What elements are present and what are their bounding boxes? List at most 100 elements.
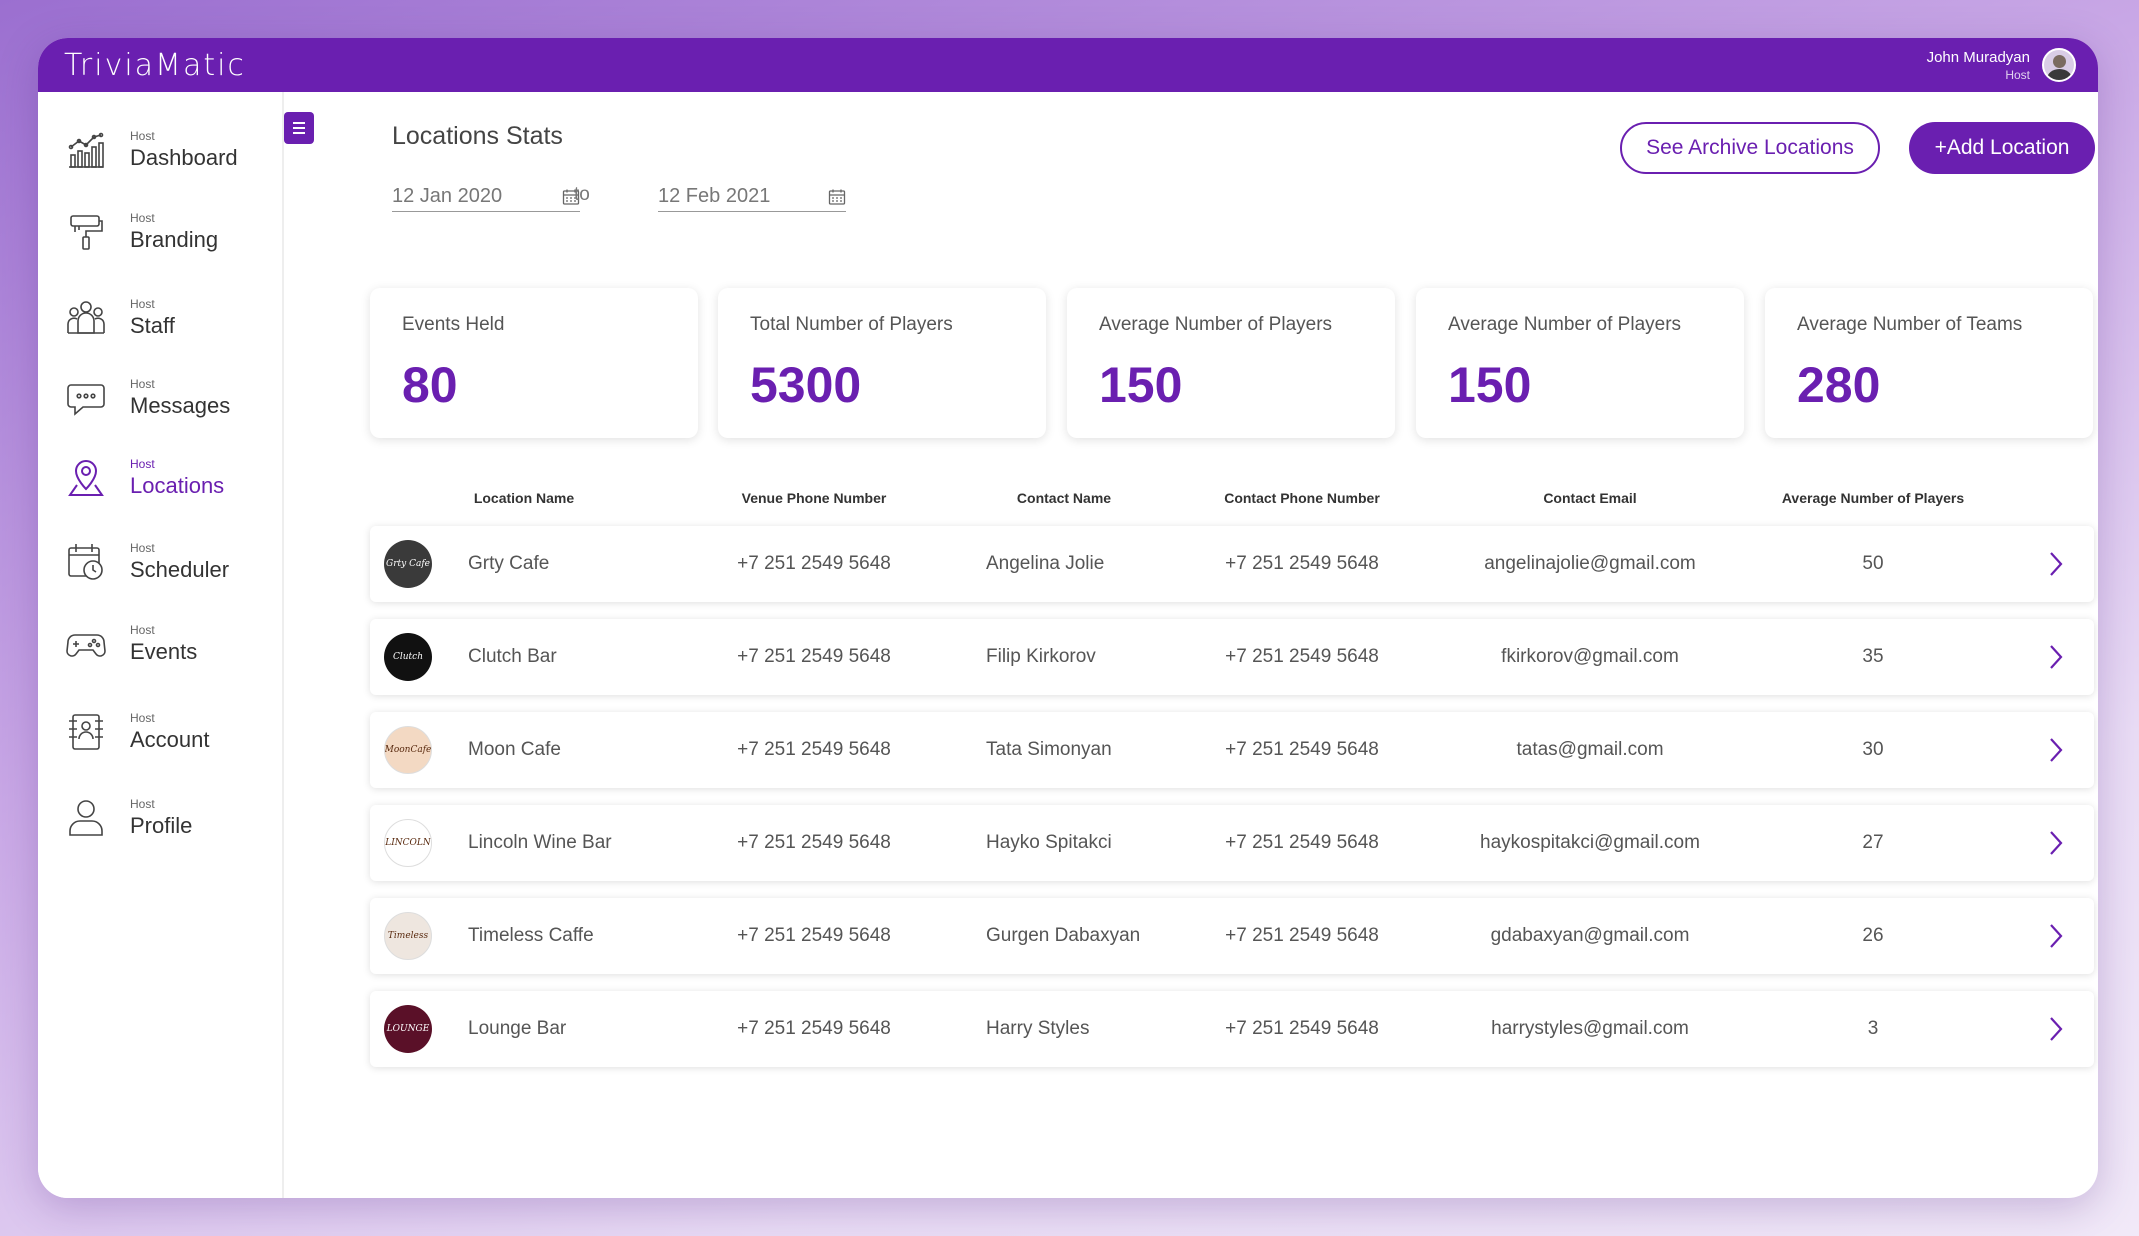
sidebar-item-label: Staff (130, 313, 175, 338)
location-name: Moon Cafe (468, 739, 561, 760)
table-row[interactable]: LINCOLN Lincoln Wine Bar +7 251 2549 5648 H… (370, 805, 2094, 881)
stat-card-average-players: Average Number of Players 150 (1416, 288, 1744, 438)
contact-name: Gurgen Dabaxyan (986, 925, 1141, 946)
contact-name: Harry Styles (986, 1018, 1090, 1039)
date-from-field[interactable]: 12 Jan 2020 (392, 182, 580, 212)
sidebar-item-caption: Host (130, 457, 155, 471)
average-players: 26 (1862, 925, 1884, 946)
sidebar-item-branding[interactable]: Host Branding (62, 202, 272, 262)
date-to-field[interactable]: 12 Feb 2021 (658, 182, 846, 212)
sidebar-item-caption: Host (130, 129, 155, 143)
chat-bubble-icon (62, 374, 110, 422)
calendar-clock-icon (62, 538, 110, 586)
stat-card-average-teams: Average Number of Teams 280 (1765, 288, 2093, 438)
stat-label: Average Number of Teams (1797, 314, 2023, 335)
sidebar-item-profile[interactable]: Host Profile (62, 788, 272, 848)
see-archive-locations-button[interactable]: See Archive Locations (1620, 122, 1880, 174)
date-to-value: 12 Feb 2021 (658, 185, 771, 207)
column-header: Average Number of Players (1781, 490, 1965, 506)
user-menu[interactable]: John Muradyan Host (1927, 48, 2076, 82)
sidebar-item-caption: Host (130, 623, 155, 637)
contact-email: harrystyles@gmail.com (1491, 1018, 1689, 1039)
stat-card-average-players: Average Number of Players 150 (1067, 288, 1395, 438)
venue-phone: +7 251 2549 5648 (737, 646, 891, 667)
sidebar-item-messages[interactable]: Host Messages (62, 368, 272, 428)
sidebar-item-caption: Host (130, 377, 155, 391)
contact-phone: +7 251 2549 5648 (1225, 832, 1379, 853)
sidebar-item-label: Events (130, 639, 198, 664)
location-name: Timeless Caffe (468, 925, 594, 946)
sidebar-item-caption: Host (130, 541, 155, 555)
contact-name: Hayko Spitakci (986, 832, 1112, 853)
sidebar-item-label: Branding (130, 227, 219, 252)
contact-phone: +7 251 2549 5648 (1225, 646, 1379, 667)
date-separator: to (574, 184, 590, 205)
chevron-right-icon[interactable] (2048, 736, 2064, 764)
sidebar-item-account[interactable]: Host Account (62, 702, 272, 762)
venue-phone: +7 251 2549 5648 (737, 1018, 891, 1039)
chevron-right-icon[interactable] (2048, 829, 2064, 857)
sidebar-item-events[interactable]: Host Events (62, 614, 272, 674)
app-logo[interactable]: TriviaMatic (64, 48, 246, 83)
stat-label: Total Number of Players (750, 314, 953, 335)
add-location-button[interactable]: +Add Location (1909, 122, 2095, 174)
chevron-right-icon[interactable] (2048, 643, 2064, 671)
column-header: Contact Email (1543, 490, 1637, 506)
sidebar-item-caption: Host (130, 297, 155, 311)
stat-value: 150 (1099, 357, 1183, 413)
location-name: Lounge Bar (468, 1018, 567, 1039)
contact-email: tatas@gmail.com (1516, 739, 1664, 760)
sidebar-item-locations[interactable]: Host Locations (62, 448, 272, 508)
average-players: 3 (1867, 1018, 1879, 1039)
main-content: Locations Stats See Archive Locations +A… (284, 92, 2098, 1198)
location-name: Clutch Bar (468, 646, 557, 667)
table-row[interactable]: Clutch Clutch Bar +7 251 2549 5648 Filip Ki… (370, 619, 2094, 695)
sidebar-item-label: Messages (130, 393, 231, 418)
gamepad-icon (62, 620, 110, 668)
column-header: Contact Name (1016, 490, 1112, 506)
table-row[interactable]: Grty Cafe Grty Cafe +7 251 2549 5648 Angeli… (370, 526, 2094, 602)
sidebar-item-dashboard[interactable]: Host Dashboard (62, 120, 272, 180)
venue-logo: Grty Cafe (384, 540, 432, 588)
chevron-right-icon[interactable] (2048, 922, 2064, 950)
table-row[interactable]: Timeless Timeless Caffe +7 251 2549 5648 Gu… (370, 898, 2094, 974)
sidebar: Host Dashboard Host Branding Host Staff (38, 92, 284, 1198)
dashboard-chart-icon (62, 126, 110, 174)
page-title: Locations Stats (392, 122, 563, 150)
sidebar-item-label: Profile (130, 813, 193, 838)
paint-roller-icon (62, 208, 110, 256)
venue-phone: +7 251 2549 5648 (737, 832, 891, 853)
column-header: Venue Phone Number (741, 490, 887, 506)
contact-name: Filip Kirkorov (986, 646, 1096, 667)
venue-phone: +7 251 2549 5648 (737, 925, 891, 946)
user-role: Host (2005, 67, 2030, 82)
sidebar-item-scheduler[interactable]: Host Scheduler (62, 532, 272, 592)
average-players: 50 (1862, 553, 1884, 574)
contact-name: Tata Simonyan (986, 739, 1112, 760)
stat-value: 150 (1448, 357, 1532, 413)
sidebar-item-caption: Host (130, 211, 155, 225)
column-header: Contact Phone Number (1224, 490, 1380, 506)
venue-phone: +7 251 2549 5648 (737, 553, 891, 574)
contact-email: gdabaxyan@gmail.com (1490, 925, 1690, 946)
column-header: Location Name (473, 490, 575, 506)
user-name: John Muradyan (1926, 48, 2030, 66)
contact-email: fkirkorov@gmail.com (1501, 646, 1679, 667)
chevron-right-icon[interactable] (2048, 1015, 2064, 1043)
stat-value: 280 (1797, 357, 1881, 413)
calendar-icon[interactable] (828, 188, 846, 206)
sidebar-item-label: Dashboard (130, 145, 238, 170)
sidebar-item-label: Locations (130, 473, 225, 498)
table-row[interactable]: MoonCafe Moon Cafe +7 251 2549 5648 Tata Si… (370, 712, 2094, 788)
stat-label: Average Number of Players (1448, 314, 1682, 335)
avatar[interactable] (2042, 48, 2076, 82)
sidebar-item-label: Account (130, 727, 210, 752)
user-profile-icon (62, 794, 110, 842)
contact-email: angelinajolie@gmail.com (1484, 553, 1696, 574)
chevron-right-icon[interactable] (2048, 550, 2064, 578)
table-row[interactable]: LOUNGE Lounge Bar +7 251 2549 5648 Harry St… (370, 991, 2094, 1067)
stat-card-total-players: Total Number of Players 5300 (718, 288, 1046, 438)
venue-logo: LINCOLN (384, 819, 432, 867)
app-window: TriviaMatic John Muradyan Host Host Dash… (38, 38, 2098, 1198)
sidebar-item-staff[interactable]: Host Staff (62, 288, 272, 348)
